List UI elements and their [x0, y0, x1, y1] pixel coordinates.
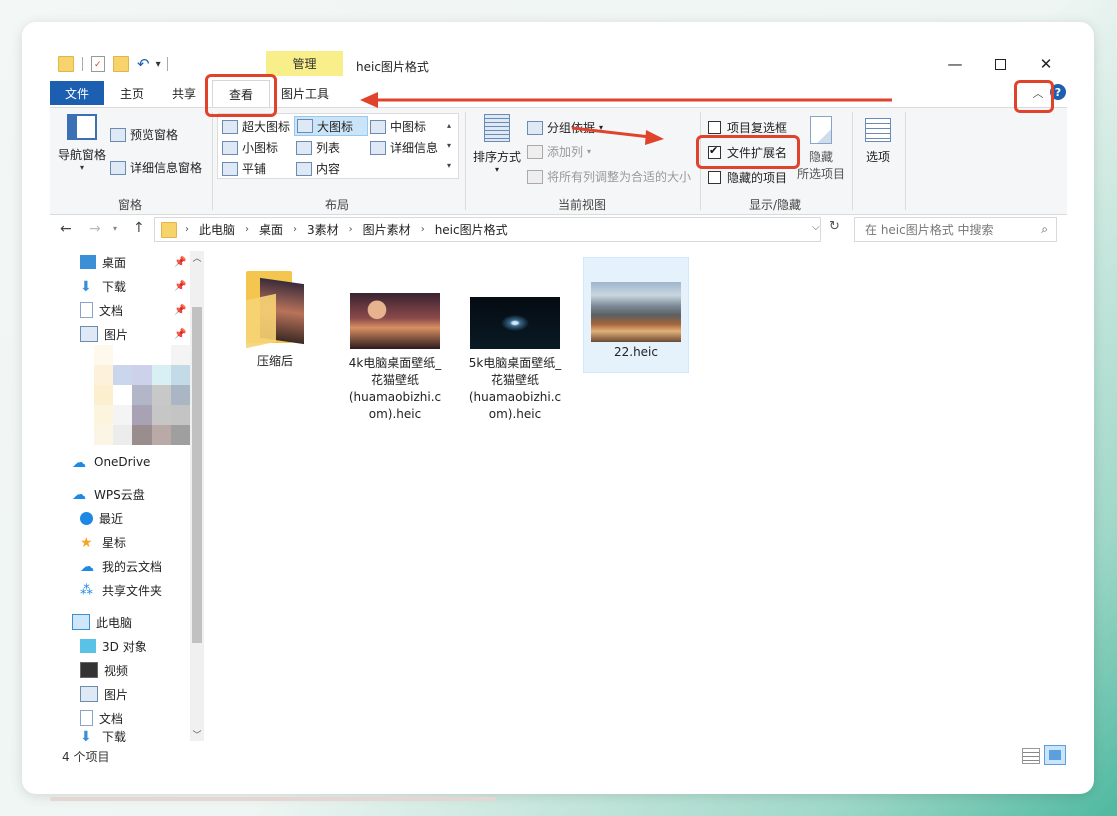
annotation-arrows: [360, 92, 892, 145]
annotation-arrowhead: [360, 92, 378, 108]
annotation-arrow-line: [571, 126, 651, 139]
annotation-arrowhead: [645, 130, 664, 145]
bottom-scroll-indicator: [50, 797, 496, 801]
